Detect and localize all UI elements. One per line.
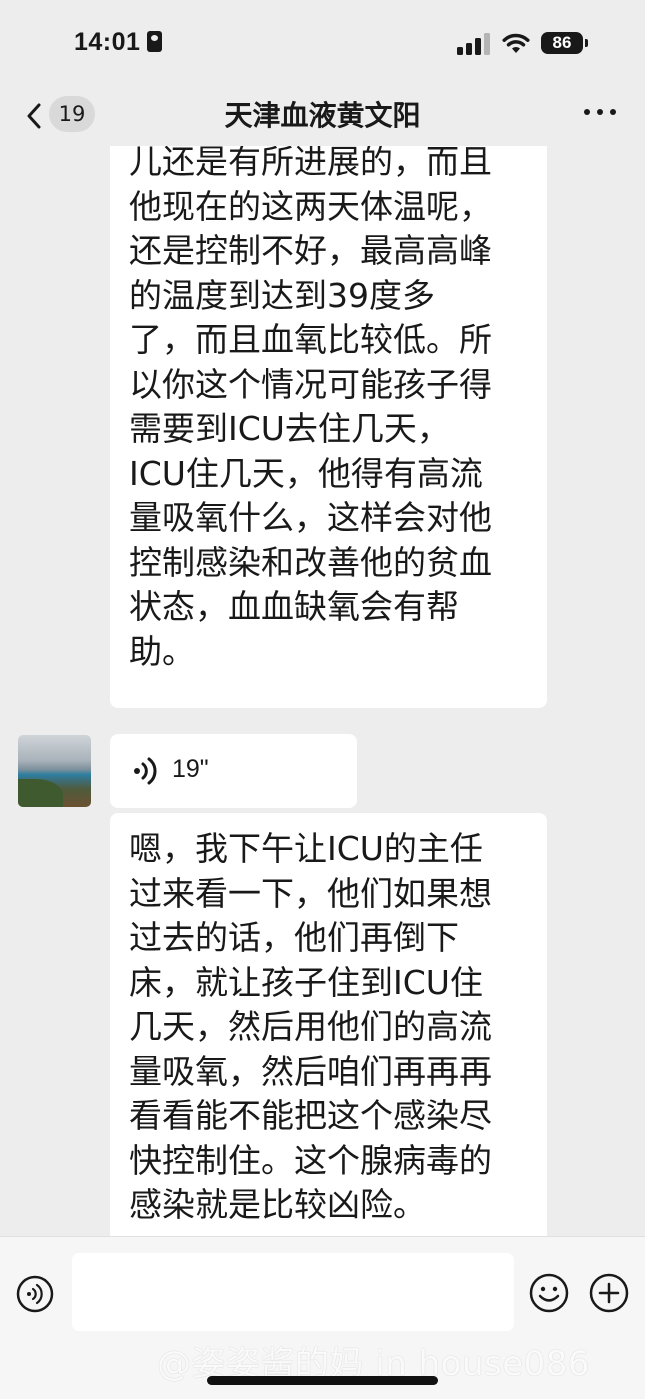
home-indicator[interactable]	[207, 1376, 438, 1385]
message-input[interactable]	[72, 1253, 514, 1331]
voice-wave-icon	[134, 757, 157, 785]
status-time: 14:01	[74, 28, 163, 57]
wifi-icon	[502, 33, 530, 53]
message-bubble[interactable]: 嗯，我下午让ICU的主任 过来看一下，他们如果想 过去的话，他们再倒下 床，就让…	[110, 813, 547, 1236]
chat-title: 天津血液黄文阳	[224, 99, 421, 132]
avatar[interactable]	[18, 735, 91, 807]
emoji-icon[interactable]	[529, 1273, 569, 1313]
status-bar: 14:01 86	[0, 0, 645, 88]
chat-history[interactable]: 儿还是有所进展的，而且 他现在的这两天体温呢， 还是控制不好，最高高峰 的温度到…	[0, 146, 645, 1236]
voice-duration: 19"	[172, 755, 209, 783]
voice-message-bubble[interactable]: 19"	[110, 734, 357, 808]
plus-icon[interactable]	[589, 1273, 629, 1313]
voice-toggle-icon[interactable]	[16, 1275, 54, 1313]
status-time-text: 14:01	[74, 28, 141, 56]
id-card-icon	[147, 31, 163, 52]
message-text: 嗯，我下午让ICU的主任 过来看一下，他们如果想 过去的话，他们再倒下 床，就让…	[129, 829, 492, 1224]
battery-icon: 86	[541, 32, 583, 54]
message-bubble[interactable]: 儿还是有所进展的，而且 他现在的这两天体温呢， 还是控制不好，最高高峰 的温度到…	[110, 146, 547, 708]
signal-icon	[457, 33, 490, 55]
message-text: 儿还是有所进展的，而且 他现在的这两天体温呢， 还是控制不好，最高高峰 的温度到…	[129, 146, 492, 671]
nav-bar: 19 天津血液黄文阳	[0, 88, 645, 146]
battery-tip	[585, 39, 588, 47]
more-icon[interactable]	[582, 104, 618, 120]
